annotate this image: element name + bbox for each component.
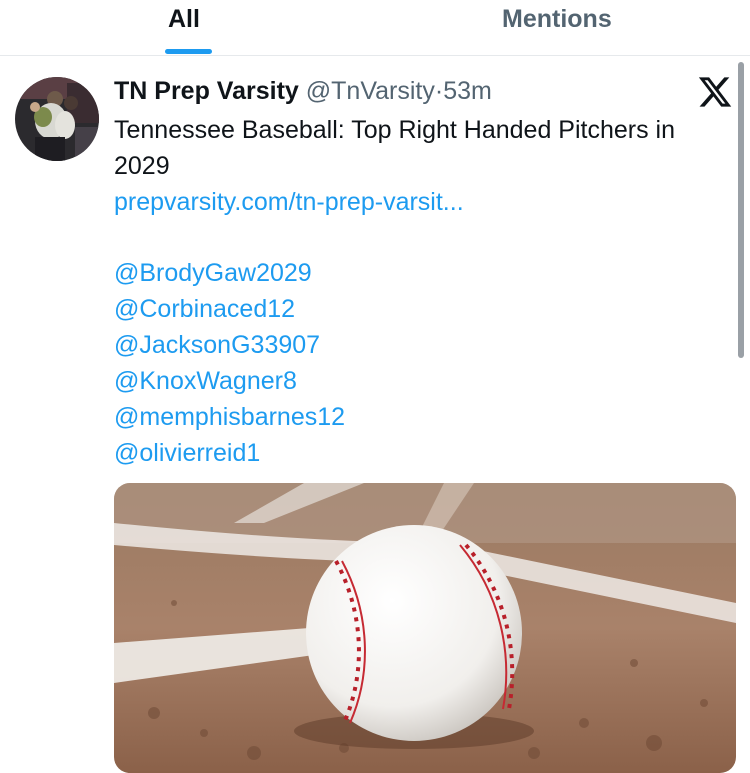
mention-link[interactable]: @KnoxWagner8 xyxy=(114,363,345,399)
mention-link[interactable]: @memphisbarnes12 xyxy=(114,399,345,435)
tweet-header: TN Prep Varsity @TnVarsity·53m xyxy=(114,74,492,108)
mention-link[interactable]: @Corbinaced12 xyxy=(114,291,345,327)
tab-mentions[interactable]: Mentions xyxy=(502,0,612,56)
mention-link[interactable]: @BrodyGaw2029 xyxy=(114,255,345,291)
tab-all[interactable]: All xyxy=(168,0,200,56)
separator-dot: · xyxy=(434,77,444,105)
scrollbar[interactable] xyxy=(738,62,744,358)
tab-bar: All Mentions xyxy=(0,0,750,56)
tweet-media-image[interactable] xyxy=(114,483,736,773)
avatar-image xyxy=(15,77,99,161)
mention-list: @BrodyGaw2029 @Corbinaced12 @JacksonG339… xyxy=(114,255,345,471)
mention-link[interactable]: @JacksonG33907 xyxy=(114,327,345,363)
x-logo-icon xyxy=(697,74,733,110)
mention-link[interactable]: @olivierreid1 xyxy=(114,435,345,471)
avatar[interactable] xyxy=(15,77,99,161)
timestamp[interactable]: 53m xyxy=(443,77,492,105)
user-handle[interactable]: @TnVarsity xyxy=(306,77,435,105)
tweet-link[interactable]: prepvarsity.com/tn-prep-varsit... xyxy=(114,184,464,220)
baseball-photo xyxy=(114,483,736,773)
active-tab-indicator xyxy=(165,49,212,54)
display-name[interactable]: TN Prep Varsity xyxy=(114,77,299,105)
tweet-text: Tennessee Baseball: Top Right Handed Pit… xyxy=(114,116,675,180)
